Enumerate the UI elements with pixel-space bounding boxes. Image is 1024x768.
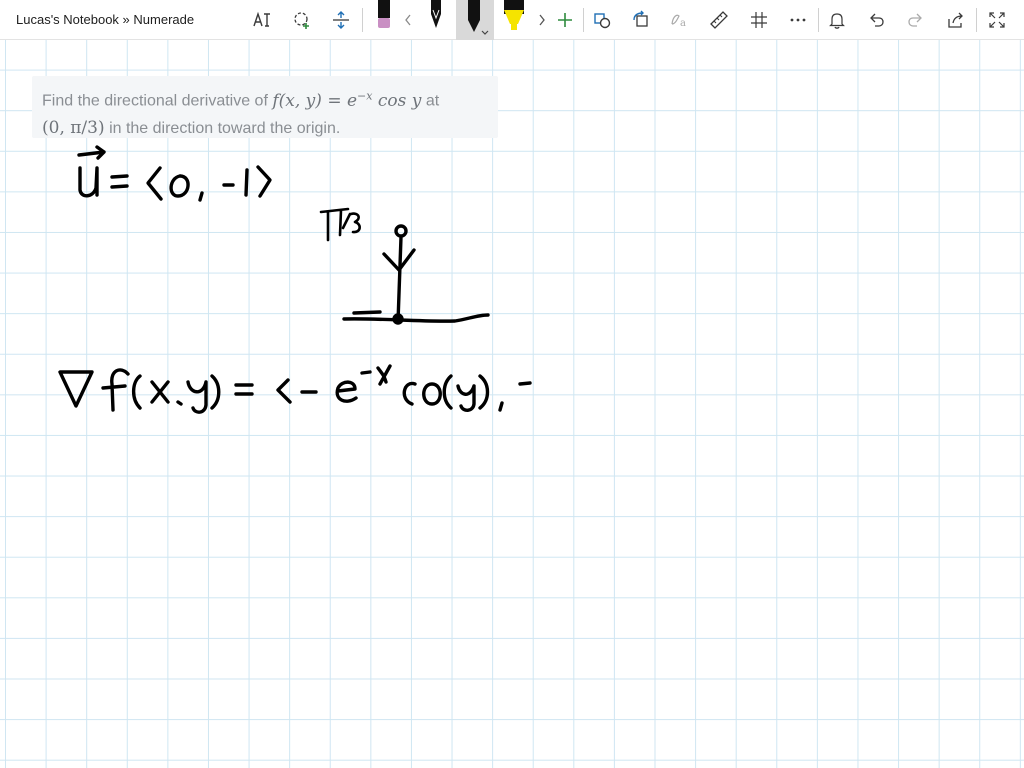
add-space-icon[interactable] bbox=[327, 6, 355, 34]
problem-card: Find the directional derivative of f(x, … bbox=[32, 76, 498, 138]
toolbar-separator bbox=[976, 8, 977, 32]
svg-text:a: a bbox=[680, 18, 686, 29]
ink-to-shape-icon[interactable] bbox=[627, 6, 655, 34]
toolbar-separator bbox=[583, 8, 584, 32]
ink-to-math-icon[interactable]: a bbox=[666, 6, 694, 34]
toolbar: Lucas's Notebook » Numerade a bbox=[0, 0, 1024, 40]
lasso-select-icon[interactable] bbox=[288, 6, 316, 34]
redo-icon[interactable] bbox=[902, 6, 930, 34]
highlighter-yellow-icon[interactable] bbox=[496, 0, 532, 40]
toolbar-separator bbox=[362, 8, 363, 32]
add-pen-icon[interactable] bbox=[551, 6, 579, 34]
ruler-icon[interactable] bbox=[705, 6, 733, 34]
shapes-icon[interactable] bbox=[588, 6, 616, 34]
problem-text: Find the directional derivative of f(x, … bbox=[42, 83, 492, 142]
notifications-icon[interactable] bbox=[823, 6, 851, 34]
problem-function: f(x, y) = e−x cos y bbox=[272, 89, 422, 111]
share-icon[interactable] bbox=[942, 6, 970, 34]
note-canvas[interactable] bbox=[0, 40, 1024, 768]
pen-black-icon[interactable] bbox=[418, 0, 454, 40]
handwriting-to-text-icon[interactable] bbox=[248, 6, 276, 34]
problem-point: (0, π/3) bbox=[42, 117, 105, 138]
scroll-left-icon[interactable] bbox=[396, 6, 420, 34]
undo-icon[interactable] bbox=[862, 6, 890, 34]
toolbar-separator bbox=[818, 8, 819, 32]
fullscreen-icon[interactable] bbox=[983, 6, 1011, 34]
problem-prefix: Find the directional derivative of bbox=[42, 92, 268, 110]
pen-black-selected-icon[interactable] bbox=[456, 0, 494, 40]
notebook-title: Lucas's Notebook » Numerade bbox=[16, 12, 195, 27]
problem-mid: at bbox=[425, 92, 440, 110]
problem-suffix: in the direction toward the origin. bbox=[109, 119, 341, 137]
more-icon[interactable] bbox=[784, 6, 812, 34]
grid-icon[interactable] bbox=[745, 6, 773, 34]
